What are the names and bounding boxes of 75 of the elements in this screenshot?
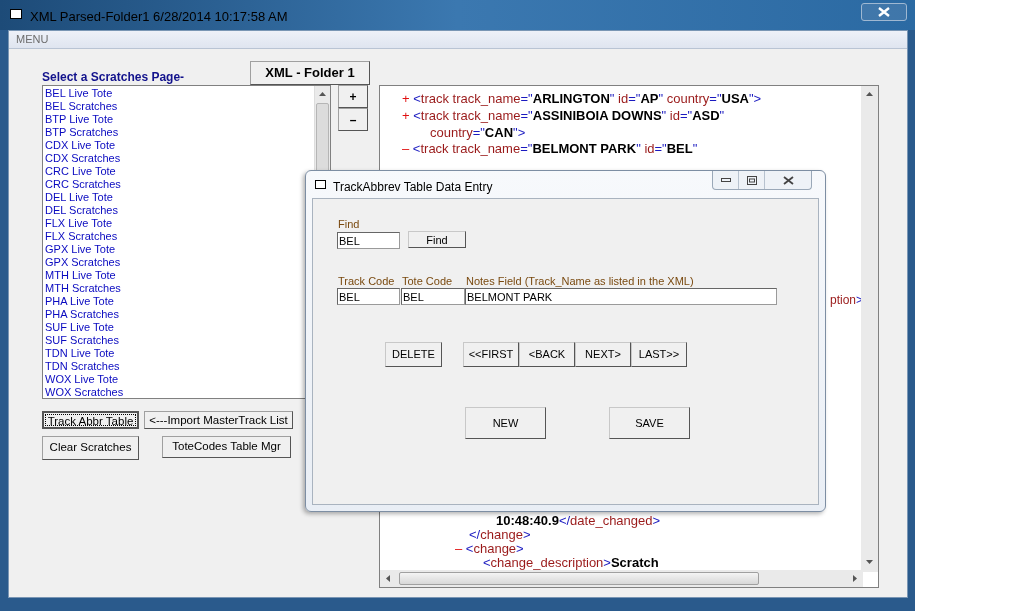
form-button[interactable]: <---Import MasterTrack List [144,411,293,429]
form-button[interactable]: <BACK [519,342,575,367]
close-icon [878,7,890,17]
list-item[interactable]: MTH Live Tote [45,269,124,282]
form-button[interactable]: Clear Scratches [42,436,139,460]
scroll-up-icon[interactable] [319,92,326,96]
form-button[interactable]: NEW [465,407,546,439]
dialog-title: TrackAbbrev Table Data Entry [333,179,493,196]
close-button[interactable] [861,3,907,21]
zoom-button[interactable]: + [338,85,368,108]
menu-item[interactable]: MENU [16,31,49,48]
code-line: – <track track_name="BELMONT PARK" id="BEL" [402,142,698,156]
list-item[interactable]: GPX Scratches [45,256,124,269]
code-line: + <track track_name="ASSINIBOIA DOWNS" id="ASD" [402,109,725,123]
code-line: country="CAN"> [430,126,526,140]
scrollbar[interactable] [861,86,878,572]
list-item[interactable]: SUF Scratches [45,334,124,347]
list-item[interactable]: FLX Scratches [45,230,124,243]
list-item[interactable]: BEL Scratches [45,100,124,113]
window-icon [10,9,22,19]
scratches-list[interactable] [42,85,331,399]
list-item[interactable]: DEL Scratches [45,204,124,217]
scroll-left-icon[interactable] [386,575,390,582]
list-item[interactable]: BEL Live Tote [45,87,124,100]
code-line: – <change> [455,542,524,556]
form-button[interactable]: Find [408,231,466,248]
list-item[interactable]: MTH Scratches [45,282,124,295]
window-title: XML Parsed-Folder1 6/28/2014 10:17:58 AM [30,8,288,26]
list-item[interactable]: BTP Live Tote [45,113,124,126]
list-item[interactable]: CRC Scratches [45,178,124,191]
form-button[interactable]: Track Abbr Table [42,411,139,429]
list-item[interactable]: CDX Scratches [45,152,124,165]
list-item[interactable]: GPX Live Tote [45,243,124,256]
code-line: 10:48:40.9</date_changed> [496,514,661,528]
list-item[interactable]: DEL Live Tote [45,191,124,204]
input-field[interactable]: BELMONT PARK [465,288,777,305]
list-item[interactable]: WOX Scratches [45,386,124,398]
list-item[interactable]: BTP Scratches [45,126,124,139]
list-item[interactable]: CDX Live Tote [45,139,124,152]
list-item[interactable]: CRC Live Tote [45,165,124,178]
list-item[interactable]: WOX Live Tote [45,373,124,386]
input-field[interactable]: BEL [337,232,400,249]
list-item[interactable]: PHA Scratches [45,308,124,321]
list-item[interactable]: TDN Live Tote [45,347,124,360]
folder-button[interactable]: XML - Folder 1 [250,61,370,85]
close-icon [782,175,794,185]
scrollbar[interactable] [380,570,863,587]
field-label: Notes Field (Track_Name as listed in the XML) [466,275,694,287]
field-label: Track Code [338,275,395,287]
window-icon [315,180,326,189]
maximize-icon [746,175,757,185]
list-item[interactable]: SUF Live Tote [45,321,124,334]
form-button[interactable]: LAST>> [631,342,687,367]
list-item[interactable]: PHA Live Tote [45,295,124,308]
scroll-down-icon[interactable] [866,560,873,564]
scroll-up-icon[interactable] [866,92,873,96]
form-button[interactable]: DELETE [385,342,442,367]
minimize-icon [720,178,731,182]
form-button[interactable]: <<FIRST [463,342,519,367]
field-label: Find [338,218,360,230]
code-line: <change_description>Scratch [483,556,659,570]
list-item[interactable]: FLX Live Tote [45,217,124,230]
code-line: </change> [469,528,531,542]
input-field[interactable]: BEL [337,288,400,305]
form-button[interactable]: SAVE [609,407,690,439]
field-label: Tote Code [402,275,453,287]
code-line: + <track track_name="ARLINGTON" id="AP" country="USA"> [402,92,762,106]
form-button[interactable]: ToteCodes Table Mgr [162,436,291,458]
list-item[interactable]: TDN Scratches [45,360,124,373]
section-heading: Select a Scratches Page- [42,69,185,86]
zoom-button[interactable]: – [338,108,368,131]
form-button[interactable]: NEXT> [575,342,631,367]
scrollbar-thumb[interactable] [399,572,759,585]
scroll-right-icon[interactable] [853,575,857,582]
input-field[interactable]: BEL [401,288,465,305]
